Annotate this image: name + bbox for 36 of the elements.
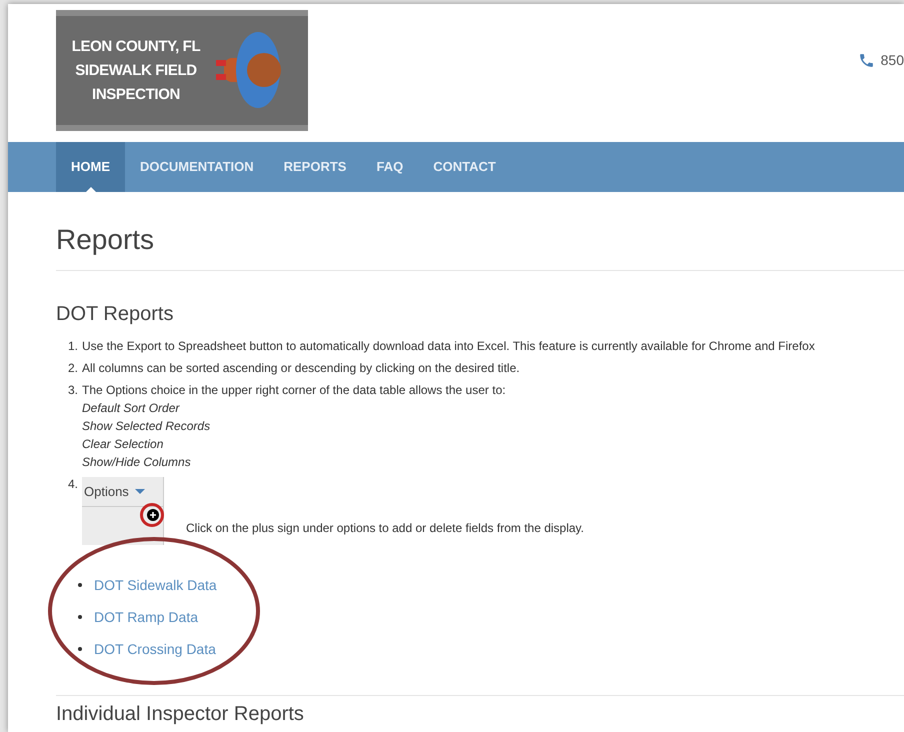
nav-tab[interactable]: DOCUMENTATION: [125, 142, 269, 192]
step-text: Use the Export to Spreadsheet button to automatically download data into Excel. This feature is currently available for Chrome and Firefox: [82, 338, 815, 355]
bullet-icon: [78, 583, 82, 587]
logo-text: SIDEWALK FIELD: [75, 60, 197, 80]
step-number: 2.: [68, 360, 80, 377]
logo-text: INSPECTION: [92, 84, 180, 104]
step-number: 3.: [68, 382, 80, 399]
option-item: Show/Hide Columns: [82, 454, 192, 471]
nav-tab[interactable]: FAQ: [361, 142, 418, 192]
nav-tab[interactable]: CONTACT: [418, 142, 511, 192]
bullet-icon: [78, 615, 82, 619]
logo[interactable]: LEON COUNTY, FL SIDEWALK FIELD INSPECTION: [56, 10, 308, 131]
option-item: Default Sort Order: [82, 400, 181, 417]
nav-tab[interactable]: REPORTS: [268, 142, 362, 192]
phone-number: 850: [880, 51, 904, 70]
step-text: All columns can be sorted ascending or descending by clicking on the desired title.: [82, 360, 520, 377]
phone-icon: [858, 52, 875, 69]
nav-tab[interactable]: HOME: [56, 142, 125, 192]
option-item: Show Selected Records: [82, 418, 212, 435]
logo-text: LEON COUNTY, FL: [72, 36, 200, 56]
step-text: Click on the plus sign under options to add or delete fields from the display.: [186, 520, 584, 537]
options-label: Options: [84, 482, 129, 501]
section-title: DOT Reports: [56, 302, 174, 327]
report-link[interactable]: DOT Sidewalk Data: [94, 575, 217, 595]
option-item: Clear Selection: [82, 436, 164, 453]
report-link[interactable]: DOT Ramp Data: [94, 607, 198, 627]
page-title: Reports: [56, 223, 156, 257]
step-text: The Options choice in the upper right corner of the data table allows the user to:: [82, 382, 506, 399]
active-pointer-icon: [86, 187, 96, 192]
report-link[interactable]: DOT Crossing Data: [94, 639, 216, 659]
caret-icon: [134, 489, 145, 494]
step-number: 4.: [68, 476, 80, 493]
bullet-icon: [78, 647, 82, 651]
plus-icon: [147, 509, 159, 521]
step-number: 1.: [68, 338, 80, 355]
section-title: Individual Inspector Reports: [56, 702, 305, 726]
